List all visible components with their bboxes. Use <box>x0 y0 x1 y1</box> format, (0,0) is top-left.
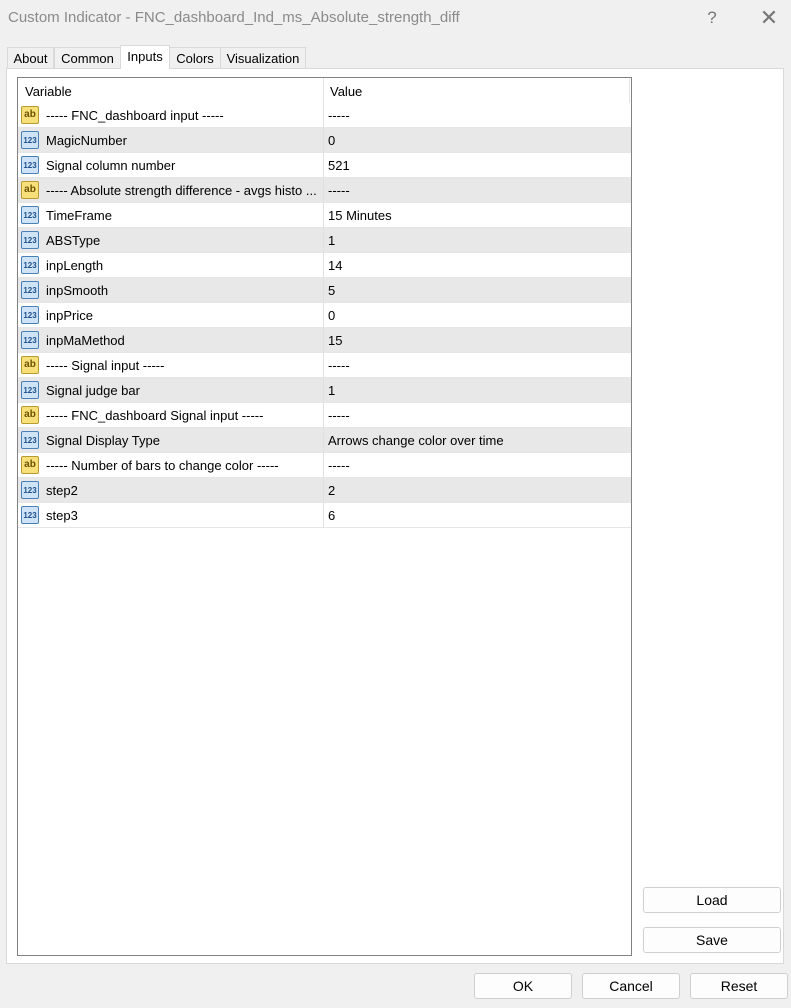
table-row[interactable]: ab ----- FNC_dashboard Signal input -----… <box>18 403 631 428</box>
number-type-icon: 123 <box>21 131 39 149</box>
variable-cell: step2 <box>46 483 78 498</box>
table-row[interactable]: 123 Signal Display Type Arrows change colo… <box>18 428 631 453</box>
variable-cell: ----- Number of bars to change color ---… <box>46 458 279 473</box>
grid-header: Variable Value <box>18 78 631 103</box>
number-type-icon: 123 <box>21 256 39 274</box>
value-cell[interactable]: ----- <box>328 108 350 123</box>
string-type-icon: ab <box>21 356 39 374</box>
variable-cell: MagicNumber <box>46 133 127 148</box>
value-cell[interactable]: 0 <box>328 133 335 148</box>
tab-colors[interactable]: Colors <box>169 47 221 68</box>
value-cell[interactable]: 5 <box>328 283 335 298</box>
table-row[interactable]: 123 Signal judge bar 1 <box>18 378 631 403</box>
value-cell[interactable]: ----- <box>328 458 350 473</box>
number-type-icon: 123 <box>21 206 39 224</box>
close-button[interactable]: ✕ <box>757 6 781 30</box>
value-cell[interactable]: Arrows change color over time <box>328 433 504 448</box>
value-cell[interactable]: 0 <box>328 308 335 323</box>
table-row[interactable]: ab ----- FNC_dashboard input ----- ----- <box>18 103 631 128</box>
table-row[interactable]: ab ----- Signal input ----- ----- <box>18 353 631 378</box>
ok-button[interactable]: OK <box>474 973 572 999</box>
string-type-icon: ab <box>21 456 39 474</box>
table-row[interactable]: 123 step2 2 <box>18 478 631 503</box>
number-type-icon: 123 <box>21 331 39 349</box>
number-type-icon: 123 <box>21 431 39 449</box>
variable-cell: inpPrice <box>46 308 93 323</box>
variable-cell: inpLength <box>46 258 104 273</box>
string-type-icon: ab <box>21 181 39 199</box>
value-cell[interactable]: 15 <box>328 333 342 348</box>
variable-cell: ----- FNC_dashboard input ----- <box>46 108 224 123</box>
table-row[interactable]: 123 inpPrice 0 <box>18 303 631 328</box>
variable-cell: TimeFrame <box>46 208 112 223</box>
value-cell[interactable]: 15 Minutes <box>328 208 392 223</box>
variable-cell: Signal Display Type <box>46 433 160 448</box>
number-type-icon: 123 <box>21 231 39 249</box>
table-row[interactable]: 123 inpLength 14 <box>18 253 631 278</box>
number-type-icon: 123 <box>21 281 39 299</box>
table-row[interactable]: 123 Signal column number 521 <box>18 153 631 178</box>
variable-cell: step3 <box>46 508 78 523</box>
variable-cell: ----- Absolute strength difference - avg… <box>46 183 317 198</box>
variable-cell: inpMaMethod <box>46 333 125 348</box>
column-header-variable[interactable]: Variable <box>25 84 72 99</box>
column-header-value[interactable]: Value <box>330 84 362 99</box>
number-type-icon: 123 <box>21 156 39 174</box>
inputs-grid: Variable Value ab ----- FNC_dashboard inp… <box>17 77 632 956</box>
table-row[interactable]: 123 ABSType 1 <box>18 228 631 253</box>
number-type-icon: 123 <box>21 506 39 524</box>
value-cell[interactable]: 1 <box>328 233 335 248</box>
cancel-button[interactable]: Cancel <box>582 973 680 999</box>
variable-cell: Signal judge bar <box>46 383 140 398</box>
value-cell[interactable]: ----- <box>328 183 350 198</box>
number-type-icon: 123 <box>21 481 39 499</box>
tab-inputs[interactable]: Inputs <box>120 45 170 69</box>
table-row[interactable]: ab ----- Absolute strength difference - a… <box>18 178 631 203</box>
tab-about[interactable]: About <box>7 47 54 68</box>
number-type-icon: 123 <box>21 306 39 324</box>
value-cell[interactable]: 521 <box>328 158 350 173</box>
string-type-icon: ab <box>21 106 39 124</box>
table-row[interactable]: 123 inpSmooth 5 <box>18 278 631 303</box>
value-cell[interactable]: 14 <box>328 258 342 273</box>
variable-cell: ABSType <box>46 233 101 248</box>
save-button[interactable]: Save <box>643 927 781 953</box>
variable-cell: Signal column number <box>46 158 176 173</box>
table-row[interactable]: 123 TimeFrame 15 Minutes <box>18 203 631 228</box>
table-row[interactable]: ab ----- Number of bars to change color -… <box>18 453 631 478</box>
string-type-icon: ab <box>21 406 39 424</box>
value-cell[interactable]: 1 <box>328 383 335 398</box>
help-button[interactable]: ? <box>700 6 724 30</box>
reset-button[interactable]: Reset <box>690 973 788 999</box>
value-cell[interactable]: 6 <box>328 508 335 523</box>
variable-cell: ----- FNC_dashboard Signal input ----- <box>46 408 264 423</box>
variable-cell: ----- Signal input ----- <box>46 358 165 373</box>
window-title: Custom Indicator - FNC_dashboard_Ind_ms_… <box>8 9 460 26</box>
table-row[interactable]: 123 MagicNumber 0 <box>18 128 631 153</box>
value-cell[interactable]: ----- <box>328 408 350 423</box>
number-type-icon: 123 <box>21 381 39 399</box>
value-cell[interactable]: 2 <box>328 483 335 498</box>
tab-common[interactable]: Common <box>54 47 121 68</box>
tab-visualization[interactable]: Visualization <box>220 47 306 68</box>
load-button[interactable]: Load <box>643 887 781 913</box>
title-bar: Custom Indicator - FNC_dashboard_Ind_ms_… <box>0 0 791 36</box>
variable-cell: inpSmooth <box>46 283 109 298</box>
table-row[interactable]: 123 step3 6 <box>18 503 631 528</box>
table-row[interactable]: 123 inpMaMethod 15 <box>18 328 631 353</box>
value-cell[interactable]: ----- <box>328 358 350 373</box>
